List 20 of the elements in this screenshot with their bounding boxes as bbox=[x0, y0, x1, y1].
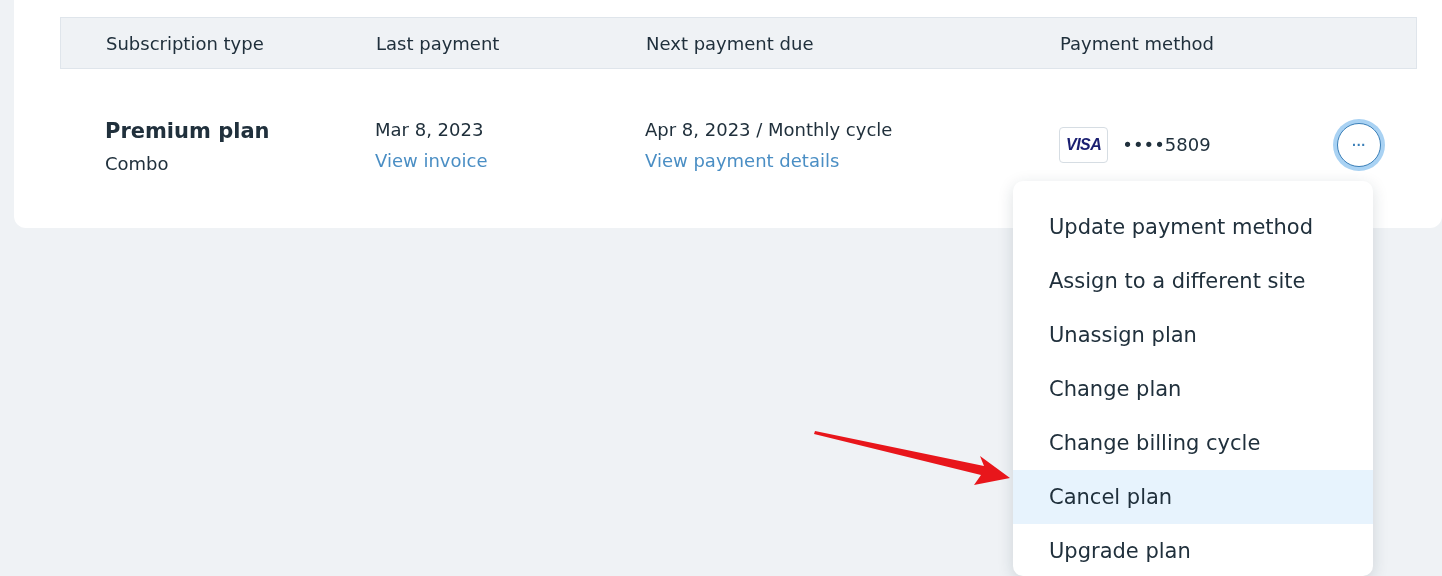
menu-item[interactable]: Upgrade plan bbox=[1013, 524, 1373, 576]
next-payment-date: Apr 8, 2023 / Monthly cycle bbox=[645, 119, 893, 140]
menu-item[interactable]: Change billing cycle bbox=[1013, 416, 1373, 470]
column-header: Last payment bbox=[376, 32, 501, 54]
menu-item[interactable]: Assign to a different site bbox=[1013, 254, 1373, 308]
column-header: Next payment due bbox=[646, 32, 815, 54]
menu-item[interactable]: Cancel plan bbox=[1013, 470, 1373, 524]
column-header: Subscription type bbox=[106, 32, 265, 54]
menu-item[interactable]: Update payment method bbox=[1013, 200, 1373, 254]
card-brand-logo: VISA bbox=[1059, 126, 1109, 163]
view-invoice-link[interactable]: View invoice bbox=[375, 150, 488, 171]
plan-name: Premium plan bbox=[105, 119, 270, 143]
plan-type: Combo bbox=[105, 153, 169, 174]
menu-item[interactable]: Change plan bbox=[1013, 362, 1373, 416]
column-header: Payment method bbox=[1060, 32, 1216, 54]
last-payment-date: Mar 8, 2023 bbox=[375, 119, 484, 140]
menu-item[interactable]: Unassign plan bbox=[1013, 308, 1373, 362]
card-number: ••••5809 bbox=[1122, 134, 1211, 155]
more-button[interactable]: ··· bbox=[1337, 122, 1381, 167]
payment-details-link[interactable]: View payment details bbox=[645, 150, 840, 171]
